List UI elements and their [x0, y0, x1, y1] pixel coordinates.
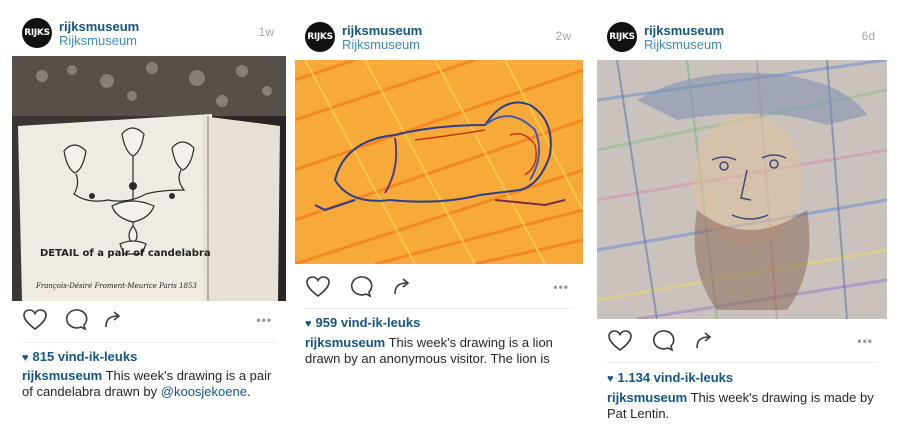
heart-outline-icon[interactable]	[607, 328, 633, 354]
caption-tail: .	[246, 384, 251, 399]
post-username[interactable]: rijksmuseum	[59, 19, 139, 34]
caption-mention-link[interactable]: @koosjekoene	[161, 384, 247, 399]
post-header: RIJKS rijksmuseum Rijksmuseum 1w	[12, 12, 286, 56]
divider	[22, 342, 276, 343]
avatar-logo-text: RIJKS	[24, 28, 50, 38]
post-photo-lion-drawing[interactable]	[295, 60, 583, 264]
post-caption: rijksmuseum This week's drawing is made …	[607, 390, 875, 422]
comment-bubble-icon[interactable]	[347, 274, 373, 300]
post-timestamp: 2w	[555, 29, 571, 43]
heart-filled-icon: ♥	[22, 352, 29, 364]
avatar-logo-text: RIJKS	[609, 32, 635, 42]
share-arrow-icon[interactable]	[100, 307, 126, 333]
post-card-portrait: RIJKS rijksmuseum Rijksmuseum 6d ••• ♥ 1…	[597, 16, 887, 426]
heart-outline-icon[interactable]	[305, 274, 331, 300]
avatar[interactable]: RIJKS	[22, 18, 52, 48]
comment-bubble-icon[interactable]	[649, 328, 675, 354]
share-arrow-icon[interactable]	[691, 328, 717, 354]
sketch-signature-text: François-Désiré Froment-Meurice Paris 18…	[35, 282, 197, 290]
action-bar: •••	[597, 322, 887, 358]
likes-count[interactable]: ♥ 815 vind-ik-leuks	[22, 349, 137, 364]
divider	[607, 362, 877, 363]
likes-count-text: 1.134 vind-ik-leuks	[617, 370, 734, 385]
post-location[interactable]: Rijksmuseum	[644, 37, 722, 52]
more-dots-icon[interactable]: •••	[256, 313, 272, 327]
likes-count-text: 815 vind-ik-leuks	[32, 349, 138, 364]
more-dots-icon[interactable]: •••	[553, 280, 569, 294]
post-location[interactable]: Rijksmuseum	[59, 33, 137, 48]
post-card-lion: RIJKS rijksmuseum Rijksmuseum 2w ••• ♥ 9…	[295, 16, 583, 416]
post-card-candelabra: RIJKS rijksmuseum Rijksmuseum 1w DETAIL …	[12, 12, 286, 422]
caption-username[interactable]: rijksmuseum	[22, 368, 102, 383]
heart-filled-icon: ♥	[305, 318, 312, 330]
post-header: RIJKS rijksmuseum Rijksmuseum 2w	[295, 16, 583, 60]
likes-count-text: 959 vind-ik-leuks	[315, 315, 421, 330]
share-arrow-icon[interactable]	[389, 274, 415, 300]
action-bar: •••	[12, 301, 286, 337]
heart-outline-icon[interactable]	[22, 307, 48, 333]
sketch-title-text: DETAIL of a pair of candelabra	[40, 248, 211, 259]
more-dots-icon[interactable]: •••	[857, 334, 873, 348]
post-photo-portrait-drawing[interactable]	[597, 60, 887, 319]
post-username[interactable]: rijksmuseum	[644, 23, 724, 38]
post-caption: rijksmuseum This week's drawing is a pai…	[22, 368, 274, 400]
likes-count[interactable]: ♥ 959 vind-ik-leuks	[305, 315, 420, 330]
post-header: RIJKS rijksmuseum Rijksmuseum 6d	[597, 16, 887, 60]
heart-filled-icon: ♥	[607, 373, 614, 385]
post-caption: rijksmuseum This week's drawing is a lio…	[305, 335, 571, 367]
post-timestamp: 6d	[861, 29, 875, 43]
post-timestamp: 1w	[258, 25, 274, 39]
post-username[interactable]: rijksmuseum	[342, 23, 422, 38]
action-bar: •••	[295, 268, 583, 304]
post-location[interactable]: Rijksmuseum	[342, 37, 420, 52]
caption-username[interactable]: rijksmuseum	[305, 335, 385, 350]
caption-username[interactable]: rijksmuseum	[607, 390, 687, 405]
avatar[interactable]: RIJKS	[607, 22, 637, 52]
avatar-logo-text: RIJKS	[307, 32, 333, 42]
post-photo-candelabra-sketch[interactable]: DETAIL of a pair of candelabra François-…	[12, 56, 286, 301]
likes-count[interactable]: ♥ 1.134 vind-ik-leuks	[607, 370, 733, 385]
divider	[305, 308, 573, 309]
comment-bubble-icon[interactable]	[62, 307, 88, 333]
avatar[interactable]: RIJKS	[305, 22, 335, 52]
